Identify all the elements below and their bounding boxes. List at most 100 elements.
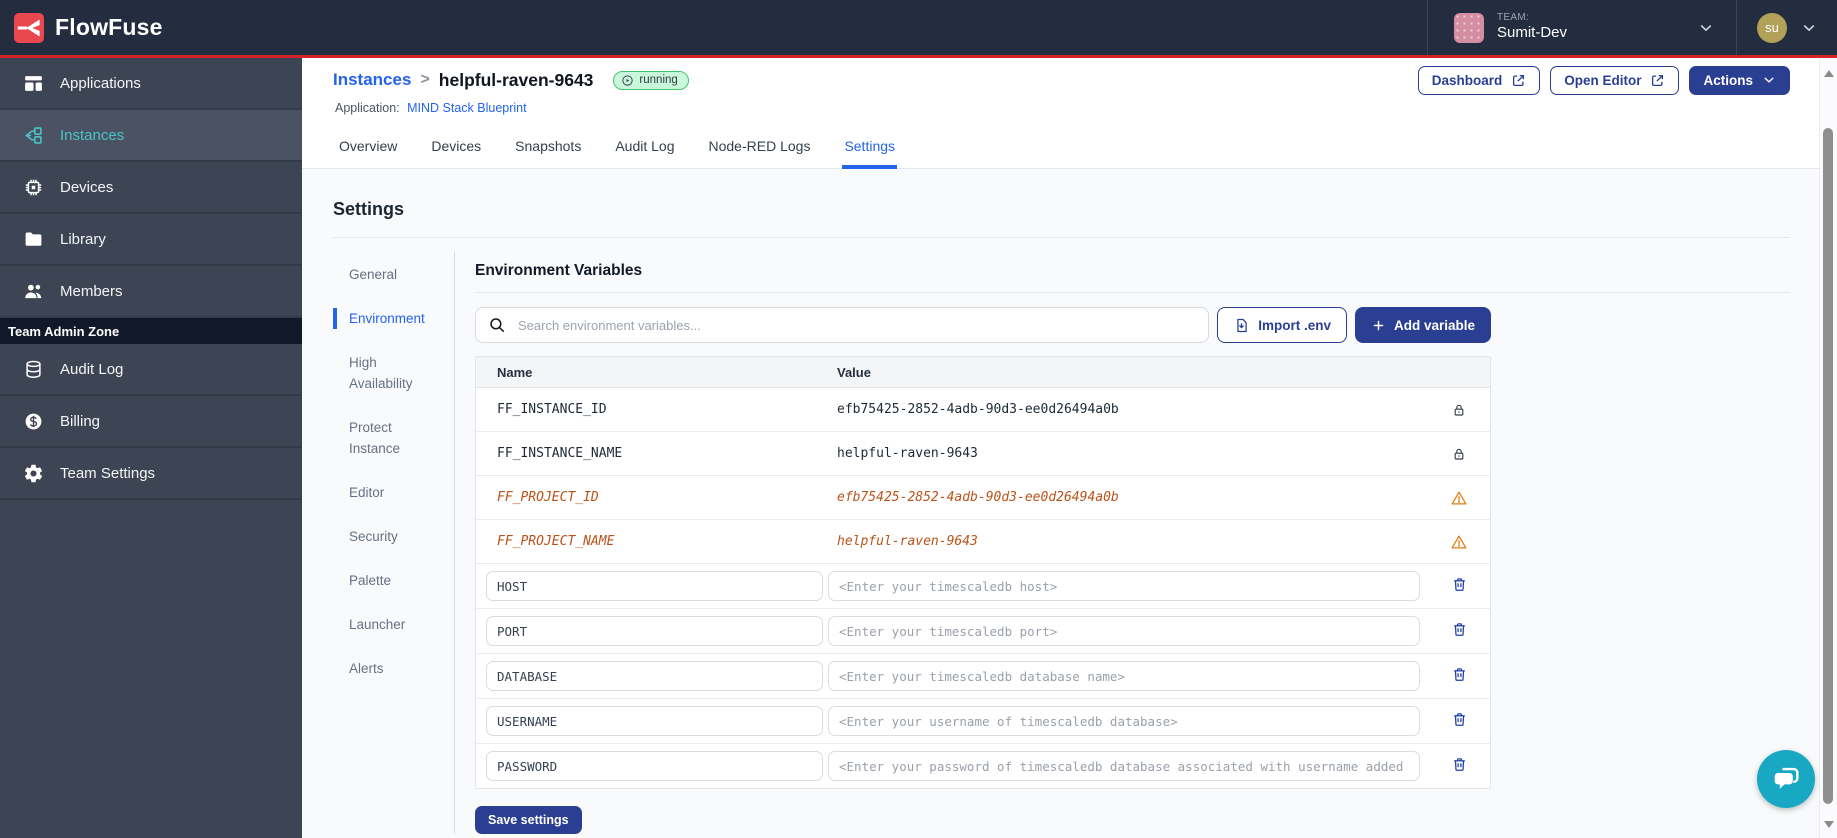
brand[interactable]: FlowFuse (0, 0, 163, 55)
save-settings-button[interactable]: Save settings (475, 806, 582, 834)
scroll-down-arrow[interactable] (1823, 821, 1834, 828)
trash-icon (1451, 576, 1468, 593)
chat-widget-button[interactable] (1757, 750, 1815, 808)
sidebar-item-label: Devices (60, 178, 114, 196)
sidebar-item-billing[interactable]: Billing (0, 396, 302, 448)
team-avatar (1454, 12, 1484, 43)
import-env-button[interactable]: Import .env (1217, 307, 1347, 343)
search-input[interactable] (516, 316, 1197, 334)
tab-overview[interactable]: Overview (337, 130, 399, 168)
trash-icon (1451, 666, 1468, 683)
sidebar-item-label: Library (60, 230, 106, 248)
sidebar-item-label: Team Settings (60, 464, 156, 482)
team-name: Sumit-Dev (1497, 24, 1568, 42)
sidebar-item-team-settings[interactable]: Team Settings (0, 448, 302, 500)
actions-button-label: Actions (1703, 72, 1753, 88)
scrollbar-thumb[interactable] (1823, 128, 1833, 804)
application-line: Application: MIND Stack Blueprint (335, 101, 1790, 115)
user-menu[interactable]: su (1736, 0, 1837, 55)
lock-icon (1451, 446, 1467, 462)
settings-nav-editor[interactable]: Editor (333, 482, 437, 503)
column-header-name: Name (497, 364, 533, 380)
env-value-input-port[interactable] (828, 616, 1420, 646)
library-icon (23, 229, 44, 250)
env-value-input-database[interactable] (828, 661, 1420, 691)
env-row-ff-project-name: FF_PROJECT_NAME helpful-raven-9643 (476, 520, 1490, 564)
env-name-input-host[interactable] (486, 571, 823, 601)
chevron-down-icon (1698, 20, 1714, 36)
env-toolbar: Import .env Add variable (475, 307, 1491, 343)
team-settings-icon (23, 463, 44, 484)
sidebar-item-library[interactable]: Library (0, 214, 302, 266)
page-title: helpful-raven-9643 (438, 69, 594, 90)
settings-nav-environment[interactable]: Environment (333, 308, 437, 329)
sidebar-item-devices[interactable]: Devices (0, 162, 302, 214)
sidebar-item-members[interactable]: Members (0, 266, 302, 318)
delete-variable-button[interactable] (1449, 664, 1470, 688)
scroll-up-arrow[interactable] (1823, 70, 1834, 77)
sidebar-item-applications[interactable]: Applications (0, 58, 302, 110)
open-editor-button-label: Open Editor (1564, 72, 1642, 88)
actions-button[interactable]: Actions (1689, 65, 1790, 95)
settings-nav-high-availability[interactable]: High Availability (333, 352, 437, 394)
env-value-input-password[interactable] (828, 751, 1420, 781)
main-content: Instances > helpful-raven-9643 running D… (302, 58, 1837, 838)
settings-nav-security[interactable]: Security (333, 526, 437, 547)
breadcrumb-instances-link[interactable]: Instances (333, 70, 411, 90)
env-var-name: FF_PROJECT_ID (497, 490, 599, 505)
dashboard-button[interactable]: Dashboard (1417, 65, 1541, 95)
delete-variable-button[interactable] (1449, 574, 1470, 598)
team-selector[interactable]: TEAM: Sumit-Dev (1427, 0, 1736, 55)
delete-variable-button[interactable] (1449, 709, 1470, 733)
env-name-input-database[interactable] (486, 661, 823, 691)
delete-variable-button[interactable] (1449, 619, 1470, 643)
add-variable-button[interactable]: Add variable (1354, 307, 1491, 343)
chat-bubbles-icon (1769, 762, 1803, 796)
settings-nav: General Environment High Availability Prote… (333, 252, 455, 834)
sidebar-item-label: Members (60, 282, 123, 300)
settings-nav-general[interactable]: General (333, 264, 437, 285)
brand-name: FlowFuse (55, 14, 163, 40)
open-editor-button[interactable]: Open Editor (1550, 65, 1680, 95)
breadcrumb: Instances > helpful-raven-9643 running D… (333, 64, 1790, 96)
status-badge: running (613, 70, 689, 90)
flowfuse-logo-icon (14, 12, 44, 43)
application-link[interactable]: MIND Stack Blueprint (407, 101, 526, 115)
tab-audit-log[interactable]: Audit Log (613, 130, 676, 168)
env-name-input-username[interactable] (486, 706, 823, 736)
tab-snapshots[interactable]: Snapshots (513, 130, 583, 168)
sidebar-item-label: Instances (60, 126, 125, 144)
topbar: FlowFuse TEAM: Sumit-Dev su (0, 0, 1837, 55)
env-name-input-password[interactable] (486, 751, 823, 781)
add-variable-button-label: Add variable (1393, 317, 1475, 333)
trash-icon (1451, 711, 1468, 728)
team-meta: TEAM: Sumit-Dev (1497, 12, 1567, 43)
document-import-icon (1233, 317, 1250, 334)
applications-icon (23, 73, 44, 94)
chevron-down-icon (1801, 20, 1817, 36)
tab-settings[interactable]: Settings (842, 130, 897, 169)
external-link-icon (1650, 73, 1665, 88)
settings-nav-alerts[interactable]: Alerts (333, 658, 437, 679)
settings-nav-palette[interactable]: Palette (333, 570, 437, 591)
tab-node-red-logs[interactable]: Node-RED Logs (707, 130, 813, 168)
sidebar-item-instances[interactable]: Instances (0, 110, 302, 162)
application-label: Application: (335, 101, 400, 115)
sidebar-item-audit-log[interactable]: Audit Log (0, 344, 302, 396)
settings-nav-launcher[interactable]: Launcher (333, 614, 437, 635)
env-name-input-port[interactable] (486, 616, 823, 646)
env-value-input-username[interactable] (828, 706, 1420, 736)
topbar-right: TEAM: Sumit-Dev su (1427, 0, 1837, 55)
settings-nav-protect-instance[interactable]: Protect Instance (333, 417, 437, 459)
env-row-host (476, 564, 1490, 609)
play-circle-icon (621, 74, 634, 87)
delete-variable-button[interactable] (1449, 754, 1470, 778)
user-avatar: su (1757, 12, 1787, 43)
warning-icon (1450, 533, 1468, 551)
env-value-input-host[interactable] (828, 571, 1420, 601)
env-var-value: efb75425-2852-4adb-90d3-ee0d26494a0b (837, 402, 1119, 417)
tab-devices[interactable]: Devices (429, 130, 483, 168)
page-scrollbar (1819, 58, 1837, 838)
sidebar-item-label: Audit Log (60, 360, 124, 378)
env-var-value: helpful-raven-9643 (837, 534, 978, 549)
